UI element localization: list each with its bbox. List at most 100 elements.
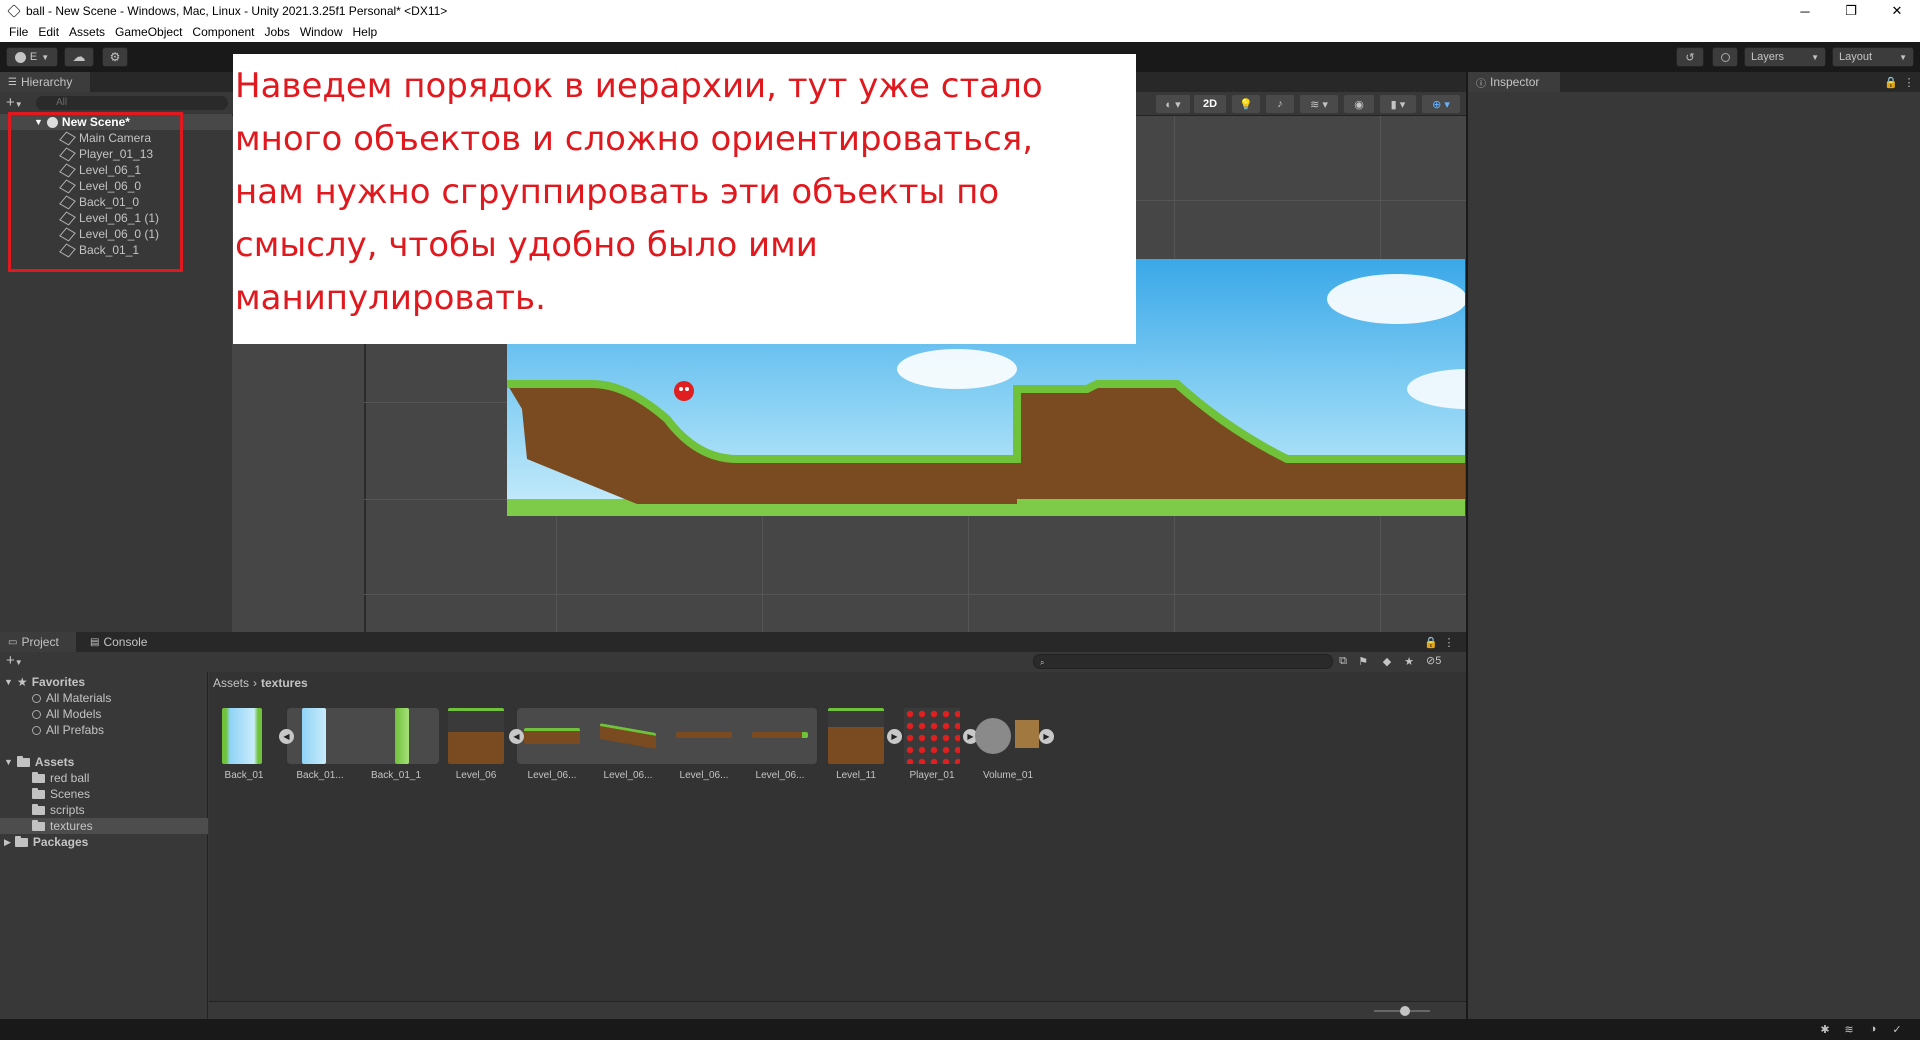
menu-window[interactable]: Window	[295, 25, 348, 39]
hidden-packages-toggle[interactable]: ⊘5	[1426, 654, 1441, 667]
create-asset-button[interactable]: +▼	[6, 652, 23, 669]
tab-project-label: Project	[21, 635, 59, 649]
tab-console[interactable]: ▤ Console	[82, 632, 162, 652]
status-check-icon[interactable]: ✓	[1890, 1022, 1904, 1036]
menu-gameobject[interactable]: GameObject	[110, 25, 187, 39]
effects-dropdown-icon[interactable]: ≋ ▾	[1300, 95, 1338, 113]
project-search-input[interactable]: ⌕	[1033, 654, 1333, 669]
asset-thumbnail	[448, 708, 504, 764]
restore-button[interactable]: ❐	[1828, 0, 1874, 22]
menu-file[interactable]: File	[4, 25, 33, 39]
hierarchy-tabbar: ☰ Hierarchy	[0, 72, 232, 92]
minimize-button[interactable]: ─	[1782, 0, 1828, 22]
slider-handle[interactable]	[1400, 1006, 1410, 1016]
menu-assets[interactable]: Assets	[64, 25, 110, 39]
search-icon	[1720, 52, 1730, 62]
breadcrumb: Assets › textures	[213, 674, 308, 692]
favorite-item[interactable]: All Models	[0, 706, 208, 722]
search-icon	[32, 709, 41, 719]
filter-icon[interactable]: ⚑	[1356, 654, 1370, 668]
draw-mode-button[interactable]: ◐ ▾	[1156, 95, 1190, 113]
breadcrumb-textures[interactable]: textures	[261, 676, 308, 690]
cloud-button[interactable]: ☁	[64, 47, 94, 67]
project-tree: ▼ ★ Favorites All Materials All Models A…	[0, 672, 208, 1019]
project-tabbar: ▭ Project ▤ Console 🔒 ⋮	[0, 632, 1466, 652]
eye-slash-icon: ⊘	[1426, 655, 1436, 667]
annotation-text: Наведем порядок в иерархии, тут уже стал…	[235, 66, 1043, 318]
toggle-2d-button[interactable]: 2D	[1194, 95, 1226, 113]
tab-hierarchy[interactable]: ☰ Hierarchy	[0, 72, 90, 92]
account-label: E	[29, 51, 38, 63]
asset-label: Level_06...	[527, 770, 577, 781]
assets-folder[interactable]: ▼ Assets	[0, 754, 208, 770]
console-icon: ▤	[90, 636, 100, 648]
expand-arrow-icon[interactable]: ▶	[1039, 729, 1054, 744]
layers-dropdown[interactable]: Layers ▼	[1744, 47, 1826, 67]
debug-icon[interactable]: ✱	[1818, 1022, 1832, 1036]
menu-component[interactable]: Component	[187, 25, 259, 39]
folder-item[interactable]: textures	[0, 818, 208, 834]
menu-edit[interactable]: Edit	[33, 25, 64, 39]
lighting-toggle-icon[interactable]: 💡	[1232, 95, 1260, 113]
favorite-item[interactable]: All Prefabs	[0, 722, 208, 738]
close-button[interactable]: ✕	[1874, 0, 1920, 22]
collapse-arrow-icon[interactable]: ◀	[509, 729, 524, 744]
audio-toggle-icon[interactable]: ♪	[1266, 95, 1294, 113]
folder-item-label: Scenes	[50, 787, 91, 801]
favorites-folder[interactable]: ▼ ★ Favorites	[0, 674, 208, 690]
layers-label: Layers	[1751, 51, 1785, 63]
progress-icon[interactable]: ◑	[1866, 1022, 1880, 1036]
asset-thumbnail	[752, 732, 808, 738]
layout-dropdown[interactable]: Layout ▼	[1832, 47, 1914, 67]
asset-label: Volume_01	[982, 770, 1034, 781]
cache-icon[interactable]: ≋	[1842, 1022, 1856, 1036]
expand-arrow-icon[interactable]: ▶	[887, 729, 902, 744]
tab-inspector[interactable]: ⓘ Inspector	[1468, 72, 1560, 92]
account-button[interactable]: E ▼	[6, 47, 58, 67]
menu-help[interactable]: Help	[348, 25, 383, 39]
asset-thumbnail	[676, 732, 732, 738]
search-button[interactable]	[1712, 47, 1738, 67]
hierarchy-search-input[interactable]: All	[36, 96, 228, 110]
asset-thumbnail	[904, 708, 960, 764]
inspector-tabbar: ⓘ Inspector 🔒 ⋮	[1468, 72, 1920, 92]
menu-jobs[interactable]: Jobs	[259, 25, 294, 39]
camera-settings-icon[interactable]: ▮ ▾	[1380, 95, 1416, 113]
create-button[interactable]: +▼	[6, 94, 23, 111]
gear-icon: ⚙	[109, 50, 121, 64]
collab-button[interactable]: ⚙	[102, 47, 128, 67]
star-icon: ★	[16, 675, 28, 689]
folder-icon	[32, 771, 45, 783]
lock-icon[interactable]: 🔒	[1884, 75, 1898, 89]
folder-item-label: scripts	[50, 803, 85, 817]
folder-item-label: textures	[50, 819, 93, 833]
visibility-toggle-icon[interactable]: ◉	[1344, 95, 1374, 113]
more-options-icon[interactable]: ⋮	[1902, 75, 1916, 89]
history-button[interactable]: ↺	[1676, 47, 1704, 67]
search-icon	[32, 693, 41, 703]
expand-arrow-icon: ▶	[4, 836, 11, 847]
folder-icon	[32, 787, 45, 799]
folder-tab-icon: ▭	[8, 636, 18, 648]
tab-project[interactable]: ▭ Project	[0, 632, 76, 652]
label-filter-icon[interactable]: ◆	[1380, 654, 1394, 668]
lock-icon[interactable]: 🔒	[1424, 635, 1438, 649]
folder-item[interactable]: Scenes	[0, 786, 208, 802]
collapse-arrow-icon[interactable]: ◀	[279, 729, 294, 744]
favorite-star-icon[interactable]: ★	[1402, 654, 1416, 668]
breadcrumb-assets[interactable]: Assets	[213, 676, 249, 690]
folder-item[interactable]: scripts	[0, 802, 208, 818]
thumbnail-size-slider[interactable]	[1374, 1006, 1430, 1016]
account-icon	[14, 51, 26, 63]
favorite-item[interactable]: All Materials	[0, 690, 208, 706]
search-by-type-icon[interactable]: ⧉	[1336, 654, 1350, 668]
tab-console-label: Console	[103, 635, 148, 649]
packages-folder[interactable]: ▶ Packages	[0, 834, 208, 850]
folder-item[interactable]: red ball	[0, 770, 208, 786]
asset-grid: Assets › textures Back_01 ◀ Back_01... B…	[209, 672, 1466, 1019]
asset-label: Player_01	[909, 770, 955, 781]
packages-label: Packages	[32, 835, 89, 849]
tutorial-annotation: Наведем порядок в иерархии, тут уже стал…	[233, 54, 1136, 344]
gizmos-dropdown-icon[interactable]: ⊕ ▾	[1422, 95, 1460, 113]
more-options-icon[interactable]: ⋮	[1442, 635, 1456, 649]
